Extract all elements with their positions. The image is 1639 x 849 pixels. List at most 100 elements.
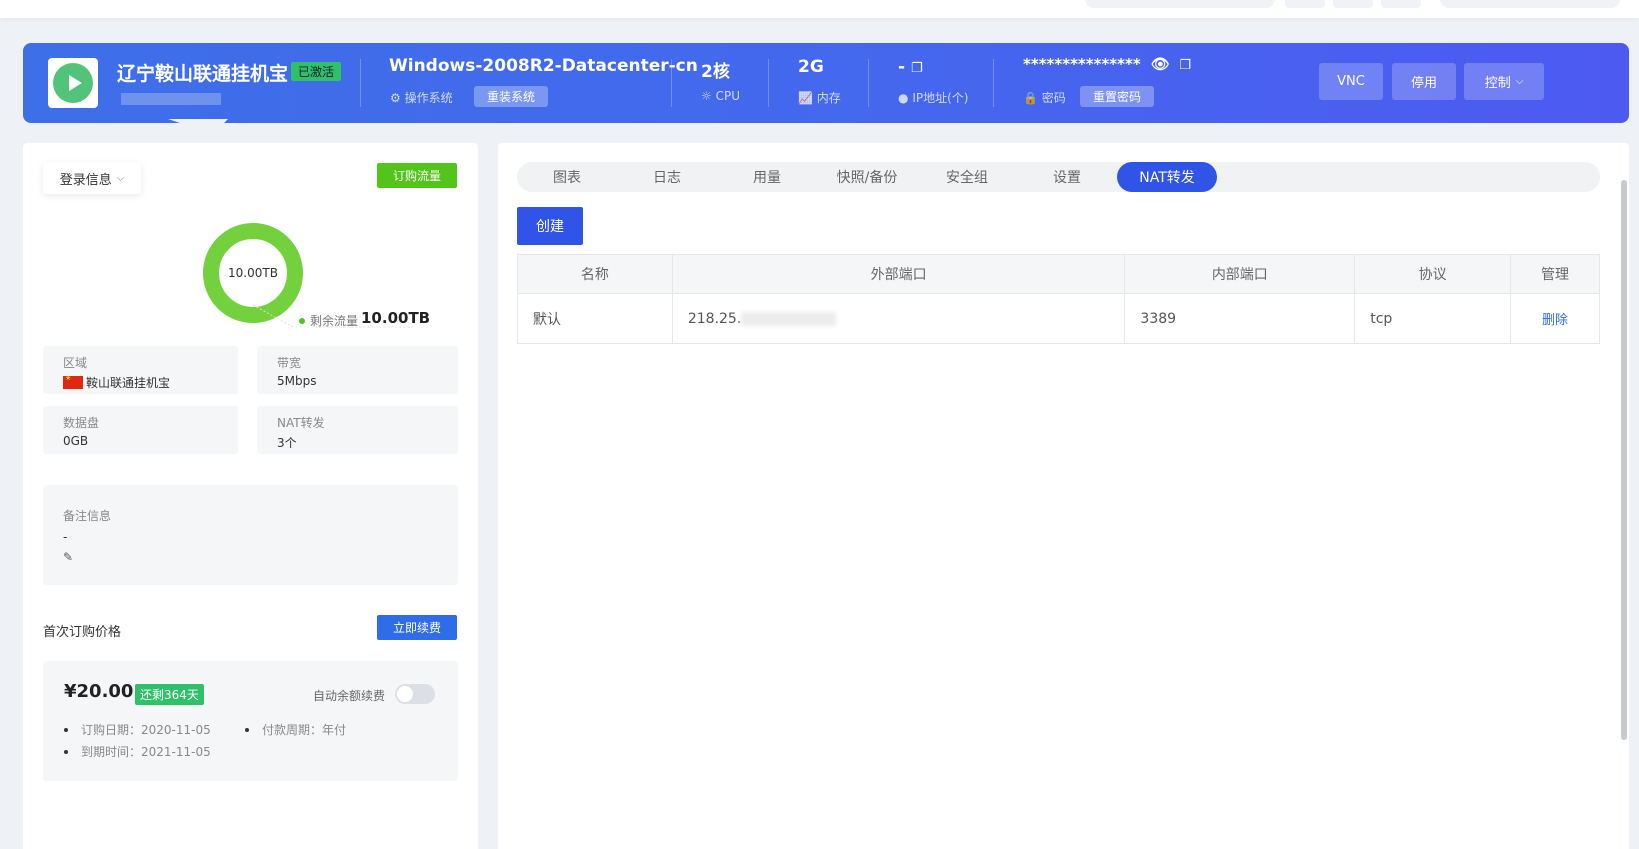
auto-renew-label: 自动余额续费 (313, 689, 386, 703)
ip-label: IP地址(个) (912, 91, 969, 105)
traffic-remaining-label: 剩余流量 (310, 314, 359, 328)
column-header: 外部端口 (671, 254, 1126, 294)
server-name: 辽宁鞍山联通挂机宝 (117, 63, 289, 85)
column-header: 内部端口 (1124, 254, 1356, 294)
control-label: 控制 (1484, 76, 1511, 91)
china-flag-icon (63, 374, 83, 389)
nat-card: NAT转发 3个 (257, 406, 458, 454)
tab-charts[interactable]: 图表 (517, 162, 617, 192)
copy-icon[interactable]: ❐ (911, 61, 923, 76)
create-button[interactable]: 创建 (517, 207, 583, 245)
redacted-ip (741, 311, 837, 326)
cell-internal-port: 3389 (1124, 293, 1356, 344)
cell-protocol: tcp (1354, 293, 1512, 344)
billing-card: ¥20.00 还剩364天 自动余额续费 订购日期：2020-11-05 付款周… (43, 661, 458, 781)
detail-panel: 图表 日志 用量 快照/备份 安全组 设置 NAT转发 创建 名称 外部端口 内… (498, 143, 1629, 849)
buy-traffic-button[interactable]: 订购流量 (377, 163, 457, 188)
gear-icon: ⚙ (390, 91, 401, 105)
server-status-icon (48, 58, 98, 108)
first-price-label: 首次订购价格 (43, 625, 122, 640)
renew-button[interactable]: 立即续费 (377, 615, 457, 640)
delete-link[interactable]: 删除 (1542, 313, 1568, 328)
remark-value: - (63, 530, 68, 544)
reset-password-button[interactable]: 重置密码 (1080, 86, 1155, 107)
divider (671, 59, 672, 107)
traffic-remaining-label-group: 剩余流量 (299, 312, 358, 329)
tab-settings[interactable]: 设置 (1017, 162, 1117, 192)
tab-usage[interactable]: 用量 (717, 162, 817, 192)
region-card: 区域 鞍山联通挂机宝 (43, 346, 238, 394)
os-label-group: ⚙ 操作系统 (390, 89, 453, 106)
nat-label: NAT转发 (277, 416, 325, 430)
tab-security-group[interactable]: 安全组 (917, 162, 1017, 192)
bandwidth-label: 带宽 (277, 356, 302, 370)
password-label-group: 🔒 密码 (1023, 89, 1066, 106)
remark-card: 备注信息 - ✎ (43, 485, 458, 585)
memory-label-group: 📈 内存 (798, 89, 841, 106)
server-info-panel: 登录信息 ⌵ 订购流量 10.00TB 剩余流量 10.00TB 区域 鞍山联通… (23, 143, 478, 849)
external-ip-prefix: 218.25. (687, 310, 742, 327)
cell-external-port: 218.25. (671, 293, 1126, 344)
pay-cycle: 付款周期：年付 (245, 721, 346, 738)
top-user-menu[interactable] (1440, 0, 1620, 8)
top-search-input[interactable] (1085, 0, 1275, 8)
status-badge: 已激活 (291, 62, 342, 81)
disk-label: 数据盘 (63, 416, 100, 430)
bandwidth-value: 5Mbps (277, 374, 317, 388)
price: ¥20.00 (64, 681, 134, 702)
top-icon-button[interactable] (1333, 0, 1373, 8)
control-dropdown[interactable]: 控制 ⌵ (1464, 63, 1544, 100)
ip-label-group: ● IP地址(个) (898, 89, 968, 106)
memory-value: 2G (798, 57, 824, 77)
password-group: *************** 👁 ❐ (1023, 55, 1191, 73)
region-label: 区域 (63, 356, 88, 370)
legend-dot (299, 317, 305, 324)
tab-snapshot-backup[interactable]: 快照/备份 (817, 162, 917, 192)
disk-card: 数据盘 0GB (43, 406, 238, 454)
chart-icon: 📈 (798, 91, 813, 105)
login-info-dropdown[interactable]: 登录信息 ⌵ (43, 162, 141, 194)
os-name: Windows-2008R2-Datacenter-cn (389, 56, 698, 76)
stop-button[interactable]: 停用 (1392, 63, 1456, 100)
auto-renew-toggle[interactable] (395, 684, 435, 704)
ip-value: - (898, 57, 906, 77)
cpu-label: CPU (715, 89, 740, 103)
server-header-banner: 辽宁鞍山联通挂机宝 已激活 Windows-2008R2-Datacenter-… (23, 43, 1629, 125)
vnc-button[interactable]: VNC (1319, 63, 1383, 100)
cell-name: 默认 (517, 293, 673, 344)
ip-value-group: - ❐ (898, 57, 923, 77)
eye-icon[interactable]: 👁 (1151, 55, 1170, 73)
copy-icon[interactable]: ❐ (1179, 58, 1191, 73)
table-row: 默认 218.25. 3389 tcp 删除 (517, 293, 1600, 344)
top-icon-button[interactable] (1381, 0, 1421, 8)
cpu-icon: ☼ (701, 89, 712, 103)
divider (868, 59, 869, 107)
expire-date: 到期时间：2021-11-05 (64, 743, 211, 760)
days-left-badge: 还剩364天 (135, 684, 204, 705)
disk-value: 0GB (63, 434, 89, 448)
remark-label: 备注信息 (63, 509, 112, 523)
tab-logs[interactable]: 日志 (617, 162, 717, 192)
region-value: 鞍山联通挂机宝 (86, 376, 171, 390)
header-tab-pointer (168, 119, 228, 125)
edit-icon[interactable]: ✎ (63, 550, 438, 564)
nat-table: 名称 外部端口 内部端口 协议 管理 默认 218.25. 3389 tcp 删… (517, 254, 1600, 344)
lock-icon: 🔒 (1023, 91, 1038, 105)
page-scrollbar[interactable] (1621, 180, 1627, 740)
reinstall-button[interactable]: 重装系统 (474, 86, 549, 107)
region-value-group: 鞍山联通挂机宝 (63, 374, 218, 391)
tab-bar: 图表 日志 用量 快照/备份 安全组 设置 NAT转发 (517, 162, 1600, 192)
divider (360, 59, 361, 107)
server-subtitle-redacted (121, 93, 221, 105)
column-header: 管理 (1510, 254, 1600, 294)
column-header: 协议 (1354, 254, 1512, 294)
password-label: 密码 (1041, 91, 1066, 105)
top-icon-button[interactable] (1285, 0, 1325, 8)
traffic-remaining-value: 10.00TB (361, 309, 431, 327)
chevron-down-icon: ⌵ (1515, 76, 1524, 87)
os-label: 操作系统 (404, 91, 453, 105)
login-info-label: 登录信息 (59, 172, 112, 188)
chevron-down-icon: ⌵ (116, 172, 125, 184)
tab-nat-forwarding[interactable]: NAT转发 (1117, 162, 1217, 192)
bandwidth-card: 带宽 5Mbps (257, 346, 458, 394)
